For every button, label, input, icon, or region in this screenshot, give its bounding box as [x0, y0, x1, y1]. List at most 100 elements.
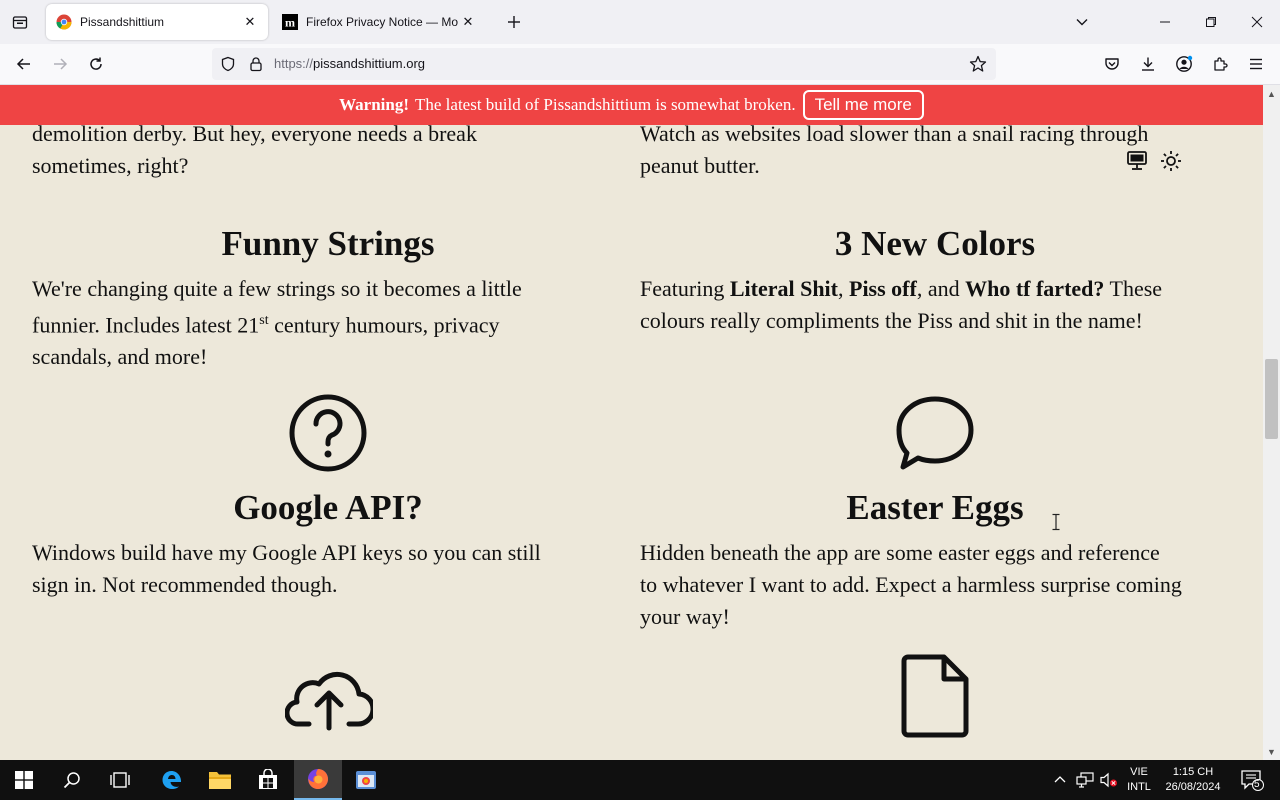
feature-left-fragment: demolition derby. But hey, everyone need…	[32, 118, 628, 182]
tab-pissandshittium[interactable]: Pissandshittium ✕	[46, 4, 268, 40]
file-icon	[899, 652, 971, 740]
new-tab-button[interactable]	[502, 10, 526, 34]
taskbar-edge[interactable]	[148, 760, 196, 800]
app-window-icon	[356, 771, 376, 789]
minimize-icon	[1160, 21, 1170, 23]
taskbar-store[interactable]	[244, 760, 292, 800]
close-icon	[1251, 16, 1263, 28]
text-line: sign in. Not recommended though.	[32, 572, 338, 597]
chevron-down-icon	[1076, 19, 1088, 26]
folder-icon	[209, 772, 231, 789]
taskbar-firefox[interactable]	[294, 760, 342, 800]
url-text[interactable]: https://pissandshittium.org	[274, 56, 425, 71]
text-cursor-icon	[1051, 513, 1061, 536]
feature-text: Featuring Literal Shit, Piss off, and Wh…	[640, 273, 1236, 337]
text-line: to whatever I want to add. Expect a harm…	[640, 572, 1182, 597]
navigation-toolbar: https://pissandshittium.org	[0, 44, 1280, 85]
restore-button[interactable]	[1188, 0, 1234, 44]
pocket-button[interactable]	[1098, 50, 1126, 78]
list-all-tabs-button[interactable]	[1070, 10, 1094, 34]
windows-logo-icon	[15, 771, 33, 789]
reload-button[interactable]	[82, 50, 110, 78]
feature-text: Hidden beneath the app are some easter e…	[640, 537, 1236, 633]
feature-text: demolition derby. But hey, everyone need…	[32, 118, 628, 182]
tell-me-more-button[interactable]: Tell me more	[802, 90, 924, 120]
text-line: scandals, and more!	[32, 344, 208, 370]
forward-button[interactable]	[46, 50, 74, 78]
start-button[interactable]	[0, 760, 48, 800]
text-line: We're changing quite a few strings so it…	[32, 276, 522, 301]
search-icon	[63, 772, 80, 789]
feature-easter-eggs-body: Hidden beneath the app are some easter e…	[640, 537, 1236, 633]
show-hidden-icons-button[interactable]	[1050, 760, 1070, 800]
taskbar-app[interactable]	[342, 760, 390, 800]
cloud-upload-icon	[284, 657, 374, 733]
scroll-down-arrow-icon[interactable]: ▼	[1263, 743, 1280, 760]
svg-text:m: m	[285, 16, 295, 30]
feature-text: Windows build have my Google API keys so…	[32, 537, 628, 601]
task-view-button[interactable]	[96, 760, 144, 800]
url-protocol: https://	[274, 56, 314, 71]
taskbar-file-explorer[interactable]	[196, 760, 244, 800]
vertical-scrollbar[interactable]: ▲ ▼	[1263, 85, 1280, 760]
text-line: sometimes, right?	[32, 153, 189, 178]
task-view-icon	[110, 772, 130, 788]
clock-time: 1:15 CH	[1172, 766, 1214, 778]
input-language-indicator[interactable]: VIE INTL	[1124, 760, 1154, 800]
lock-icon[interactable]	[246, 54, 266, 74]
text-line: colours really compliments the Piss and …	[640, 308, 1143, 333]
bookmark-star-icon[interactable]	[968, 54, 988, 74]
warning-label: Warning!	[339, 95, 409, 114]
close-tab-icon[interactable]: ✕	[240, 12, 260, 32]
chrome-style-icon	[56, 14, 72, 30]
feature-new-colors-body: Featuring Literal Shit, Piss off, and Wh…	[640, 273, 1236, 337]
text-span: These	[1104, 276, 1163, 301]
puzzle-icon	[1214, 57, 1228, 71]
download-icon	[1142, 57, 1154, 71]
feature-title: Easter Eggs	[846, 488, 1024, 527]
tracking-protection-shield-icon[interactable]	[218, 54, 238, 74]
speech-bubble-icon	[893, 392, 977, 474]
forward-arrow-icon	[54, 58, 68, 70]
system-theme-monitor-icon[interactable]	[1125, 149, 1149, 178]
firefox-view-button[interactable]	[6, 8, 34, 36]
text-line: funnier. Includes latest 21	[32, 312, 260, 338]
chevron-up-icon	[1054, 776, 1066, 783]
minimize-button[interactable]	[1142, 0, 1188, 44]
close-window-button[interactable]	[1234, 0, 1280, 44]
account-button[interactable]	[1170, 50, 1198, 78]
scroll-up-arrow-icon[interactable]: ▲	[1263, 85, 1280, 102]
action-center-button[interactable]: 5	[1232, 760, 1272, 800]
plus-icon	[508, 16, 520, 28]
back-button[interactable]	[10, 50, 38, 78]
light-theme-sun-icon[interactable]	[1159, 149, 1183, 178]
close-tab-icon[interactable]: ✕	[458, 12, 478, 32]
language-code: VIE	[1130, 766, 1148, 778]
text-span: Featuring	[640, 276, 730, 301]
speaker-muted-icon	[1100, 772, 1117, 788]
warning-banner: Warning! The latest build of Pissandshit…	[0, 85, 1263, 125]
text-line: century humours, privacy	[268, 312, 500, 338]
system-clock[interactable]: 1:15 CH 26/08/2024	[1160, 760, 1226, 800]
restore-icon	[1206, 17, 1216, 27]
volume-tray[interactable]	[1098, 760, 1120, 800]
feature-funny-strings-body: We're changing quite a few strings so it…	[32, 273, 628, 373]
network-tray[interactable]	[1074, 760, 1096, 800]
tab-strip: Pissandshittium ✕ m Firefox Privacy Noti…	[0, 0, 1280, 44]
tab-firefox-privacy[interactable]: m Firefox Privacy Notice — Mozilla ✕	[272, 4, 486, 40]
text-line: your way!	[640, 604, 730, 629]
extensions-button[interactable]	[1206, 50, 1234, 78]
warning-message: The latest build of Pissandshittium is s…	[415, 95, 796, 114]
search-button[interactable]	[48, 760, 96, 800]
back-arrow-icon	[16, 58, 30, 70]
feature-google-api: Google API?	[30, 488, 626, 528]
store-bag-icon	[259, 769, 277, 789]
feature-title: Google API?	[233, 488, 423, 527]
page-content: Warning! The latest build of Pissandshit…	[0, 85, 1263, 760]
feature-title: Funny Strings	[221, 224, 435, 263]
app-menu-button[interactable]	[1242, 50, 1270, 78]
downloads-button[interactable]	[1134, 50, 1162, 78]
color-name: Who tf farted?	[965, 276, 1105, 301]
scrollbar-thumb[interactable]	[1265, 359, 1278, 439]
address-bar[interactable]: https://pissandshittium.org	[212, 48, 996, 80]
